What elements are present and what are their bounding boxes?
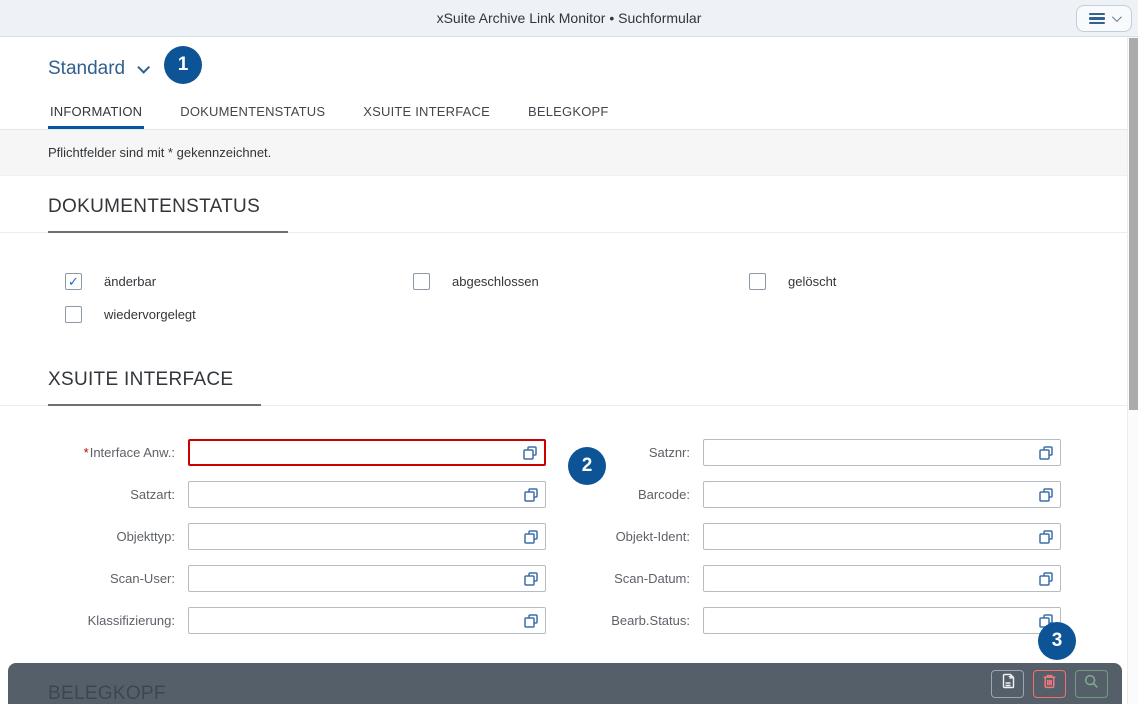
form-row: Scan-User: Scan-Datum: — [48, 565, 1127, 592]
field-label-interface-anw: *Interface Anw.: — [48, 445, 175, 460]
field-label-bearb-status: Bearb.Status: — [546, 613, 690, 628]
magnifier-icon — [1083, 673, 1100, 695]
objekt-ident-input[interactable] — [703, 523, 1061, 550]
objekttyp-input[interactable] — [188, 523, 546, 550]
page-title: xSuite Archive Link Monitor • Suchformul… — [437, 10, 702, 26]
tabstrip: INFORMATION DOKUMENTENSTATUS XSUITE INTE… — [0, 92, 1127, 130]
search-button[interactable] — [1075, 670, 1108, 698]
checkbox-label: abgeschlossen — [452, 274, 539, 289]
field-label-barcode: Barcode: — [546, 487, 690, 502]
field-label-satznr: Satznr: — [546, 445, 690, 460]
footer-toolbar — [8, 663, 1122, 704]
value-help-icon[interactable] — [1037, 528, 1055, 546]
barcode-input[interactable] — [703, 481, 1061, 508]
value-help-icon[interactable] — [521, 444, 539, 462]
vertical-scrollbar[interactable] — [1127, 37, 1138, 704]
klassifizierung-input[interactable] — [188, 607, 546, 634]
bearb-status-input[interactable] — [703, 607, 1061, 634]
interface-anw-input[interactable] — [188, 439, 546, 466]
checkbox-wiedervorgelegt[interactable]: ✓ wiedervorgelegt — [65, 306, 413, 323]
form-row: Satzart: Barcode: — [48, 481, 1127, 508]
tab-dokumentenstatus[interactable]: DOKUMENTENSTATUS — [178, 92, 327, 129]
scan-datum-input[interactable] — [703, 565, 1061, 592]
trash-icon — [1041, 673, 1058, 695]
section-title: XSUITE INTERFACE — [48, 369, 261, 406]
satznr-input[interactable] — [703, 439, 1061, 466]
field-label-objekttyp: Objekttyp: — [48, 529, 175, 544]
field-label-satzart: Satzart: — [48, 487, 175, 502]
checkbox-icon[interactable]: ✓ — [749, 273, 766, 290]
satzart-input[interactable] — [188, 481, 546, 508]
tab-belegkopf[interactable]: BELEGKOPF — [526, 92, 611, 129]
value-help-icon[interactable] — [1037, 486, 1055, 504]
shell-menu-button[interactable] — [1076, 5, 1132, 32]
field-label-klassifizierung: Klassifizierung: — [48, 613, 175, 628]
delete-button[interactable] — [1033, 670, 1066, 698]
checkbox-label: gelöscht — [788, 274, 836, 289]
checkbox-geloescht[interactable]: ✓ gelöscht — [749, 273, 1085, 290]
checkbox-label: änderbar — [104, 274, 156, 289]
chevron-down-icon — [137, 61, 150, 74]
checkbox-label: wiedervorgelegt — [104, 307, 196, 322]
tab-xsuite-interface[interactable]: XSUITE INTERFACE — [361, 92, 492, 129]
checkbox-icon[interactable]: ✓ — [65, 273, 82, 290]
document-star-icon — [999, 672, 1017, 695]
value-help-icon[interactable] — [1037, 570, 1055, 588]
section-xsuite-interface-header: XSUITE INTERFACE — [0, 349, 1127, 406]
checkbox-icon[interactable]: ✓ — [413, 273, 430, 290]
xsuite-interface-form: *Interface Anw.: Satznr: Satzart: — [0, 406, 1127, 663]
checkbox-abgeschlossen[interactable]: ✓ abgeschlossen — [413, 273, 749, 290]
required-asterisk: * — [84, 445, 89, 460]
form-row: Klassifizierung: Bearb.Status: — [48, 607, 1127, 634]
value-help-icon[interactable] — [1037, 444, 1055, 462]
value-help-icon[interactable] — [522, 486, 540, 504]
shell-header: xSuite Archive Link Monitor • Suchformul… — [0, 0, 1138, 37]
chevron-down-icon — [1112, 12, 1122, 22]
value-help-icon[interactable] — [522, 528, 540, 546]
section-title: DOKUMENTENSTATUS — [48, 196, 288, 233]
form-content: Pflichtfelder sind mit * gekennzeichnet.… — [0, 130, 1127, 704]
form-row: Objekttyp: Objekt-Ident: — [48, 523, 1127, 550]
step-badge-2: 2 — [568, 447, 606, 485]
create-variant-button[interactable] — [991, 670, 1024, 698]
checkbox-icon[interactable]: ✓ — [65, 306, 82, 323]
variant-name: Standard — [48, 58, 125, 80]
value-help-icon[interactable] — [522, 570, 540, 588]
field-label-scan-user: Scan-User: — [48, 571, 175, 586]
hamburger-icon — [1089, 13, 1105, 24]
scan-user-input[interactable] — [188, 565, 546, 592]
required-fields-note: Pflichtfelder sind mit * gekennzeichnet. — [0, 130, 1127, 176]
application-window: xSuite Archive Link Monitor • Suchformul… — [0, 0, 1138, 704]
section-dokumentenstatus-header: DOKUMENTENSTATUS — [0, 176, 1127, 233]
value-help-icon[interactable] — [522, 612, 540, 630]
checkbox-aenderbar[interactable]: ✓ änderbar — [65, 273, 413, 290]
step-badge-1: 1 — [164, 46, 202, 84]
field-label-objekt-ident: Objekt-Ident: — [546, 529, 690, 544]
dokumentenstatus-checkbox-group: ✓ änderbar ✓ abgeschlossen ✓ gelöscht ✓ … — [0, 233, 1127, 349]
step-badge-3: 3 — [1038, 622, 1076, 660]
scrollbar-thumb[interactable] — [1129, 38, 1138, 410]
tab-information[interactable]: INFORMATION — [48, 92, 144, 129]
field-label-scan-datum: Scan-Datum: — [546, 571, 690, 586]
